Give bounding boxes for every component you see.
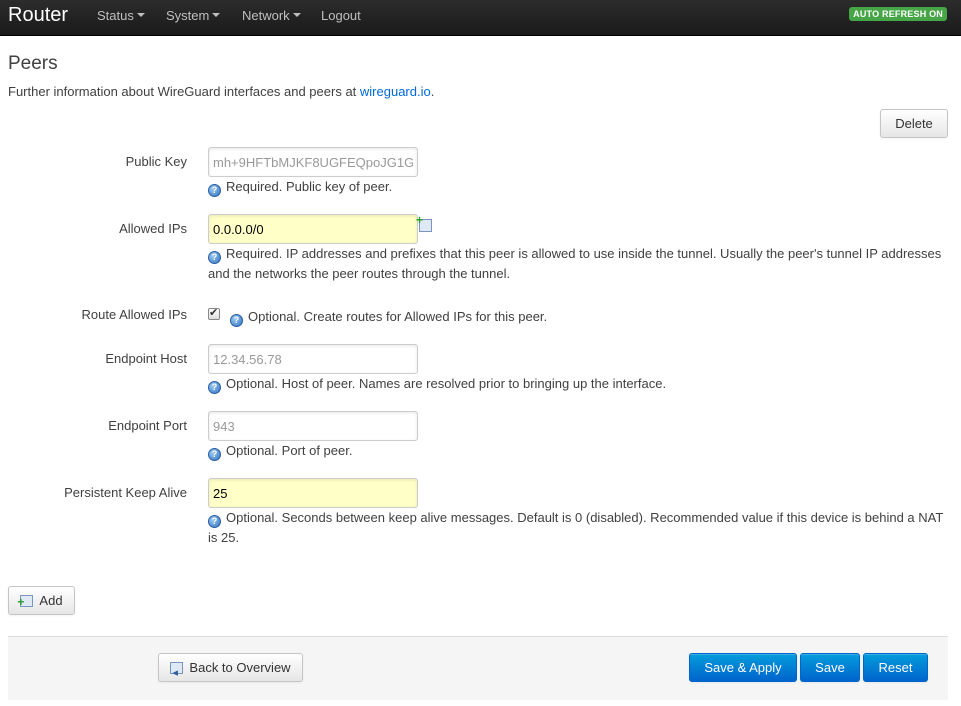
allowed-ips-label: Allowed IPs (119, 221, 187, 236)
brand-logo[interactable]: Router (8, 4, 68, 26)
keep-alive-label: Persistent Keep Alive (64, 485, 187, 500)
caret-down-icon (212, 13, 221, 17)
public-key-help: ? Required. Public key of peer. (208, 177, 948, 197)
help-icon: ? (208, 184, 221, 197)
back-to-overview-button[interactable]: Back to Overview (158, 653, 303, 687)
save-button[interactable]: Save (800, 653, 860, 682)
menu-status[interactable]: Status (97, 8, 145, 23)
page-title: Peers (8, 53, 58, 74)
endpoint-port-help: ? Optional. Port of peer. (208, 441, 948, 461)
keep-alive-help: ? Optional. Seconds between keep alive me… (208, 510, 944, 545)
public-key-input[interactable] (208, 147, 418, 177)
help-icon: ? (208, 515, 221, 528)
caret-down-icon (136, 13, 145, 17)
route-allowed-ips-checkbox[interactable] (208, 306, 220, 320)
route-allowed-ips-label: Route Allowed IPs (81, 307, 187, 322)
endpoint-port-label: Endpoint Port (108, 418, 187, 433)
add-button[interactable]: Add (8, 586, 75, 616)
allowed-ips-input[interactable] (208, 214, 418, 244)
help-icon: ? (208, 251, 221, 264)
auto-refresh-badge[interactable]: AUTO REFRESH ON (849, 7, 947, 21)
public-key-label: Public Key (125, 154, 187, 169)
reset-button[interactable]: Reset (863, 653, 928, 682)
add-icon (17, 589, 34, 616)
menu-network[interactable]: Network (242, 8, 301, 23)
endpoint-host-label: Endpoint Host (105, 351, 187, 366)
caret-down-icon (292, 13, 301, 17)
add-entry-icon[interactable] (416, 213, 432, 232)
menu-logout[interactable]: Logout (321, 8, 361, 23)
wireguard-link[interactable]: wireguard.io (360, 84, 431, 99)
help-icon: ? (208, 448, 221, 461)
page-description: Further information about WireGuard inte… (8, 84, 435, 99)
save-apply-button[interactable]: Save & Apply (689, 653, 797, 682)
help-icon: ? (230, 314, 243, 327)
back-arrow-icon (170, 660, 184, 687)
endpoint-port-input[interactable] (208, 411, 418, 441)
help-icon: ? (208, 381, 221, 394)
route-allowed-ips-help: ? Optional. Create routes for Allowed IPs… (230, 307, 930, 327)
endpoint-host-input[interactable] (208, 344, 418, 374)
menu-system[interactable]: System (166, 8, 221, 23)
navbar: Router Status System Network Logout AUTO… (0, 0, 961, 36)
allowed-ips-help: ? Required. IP addresses and prefixes tha… (208, 246, 942, 281)
delete-button[interactable]: Delete (880, 109, 948, 138)
keep-alive-input[interactable] (208, 478, 418, 508)
endpoint-host-help: ? Optional. Host of peer. Names are resol… (208, 374, 948, 394)
